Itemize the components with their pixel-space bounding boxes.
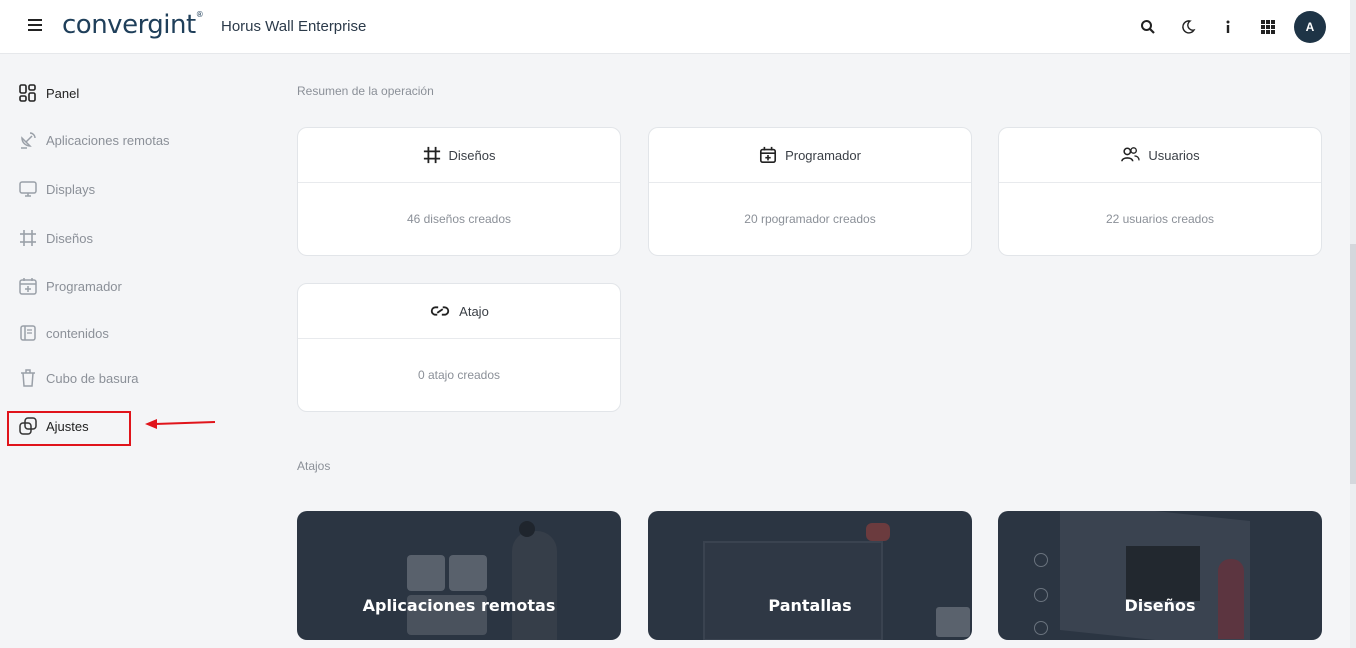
content-icon	[20, 325, 36, 341]
sidebar-item-label: Panel	[46, 85, 80, 101]
link-icon	[431, 306, 450, 316]
app-title: Horus Wall Enterprise	[221, 18, 367, 35]
card-title: Programador	[785, 147, 861, 163]
apps-grid-icon[interactable]	[1248, 11, 1288, 43]
red-arrow-icon	[145, 419, 216, 429]
shortcut-aplicaciones-remotas[interactable]: Aplicaciones remotas	[297, 511, 621, 640]
sidebar-item-label: Displays	[46, 181, 96, 197]
avatar[interactable]: A	[1294, 11, 1326, 43]
monitor-icon	[19, 181, 37, 197]
card-programador[interactable]: Programador 20 rpogramador creados	[648, 127, 972, 256]
moon-icon[interactable]	[1168, 11, 1208, 43]
sidebar: Panel Aplicaciones remotas Displays Dise…	[0, 55, 270, 648]
sidebar-item-label: Cubo de basura	[46, 370, 139, 386]
users-icon	[1121, 147, 1141, 162]
sidebar-item-label: Aplicaciones remotas	[46, 132, 170, 148]
top-bar: convergint® Horus Wall Enterprise A	[0, 0, 1350, 54]
hamburger-menu-icon[interactable]	[28, 19, 42, 35]
card-title: Usuarios	[1148, 147, 1200, 163]
satellite-icon	[21, 132, 36, 149]
sidebar-item-contenidos[interactable]: contenidos	[18, 323, 109, 343]
sidebar-item-label: contenidos	[46, 325, 109, 341]
crop-icon	[423, 146, 440, 164]
logo[interactable]: convergint®	[62, 10, 204, 40]
header-actions: A	[1128, 11, 1326, 43]
sidebar-item-label: Programador	[46, 278, 122, 294]
sidebar-item-cubo-de-basura[interactable]: Cubo de basura	[18, 368, 139, 388]
card-count: 22 usuarios creados	[1105, 212, 1215, 226]
card-title: Atajo	[459, 303, 489, 319]
shortcut-pantallas[interactable]: Pantallas	[648, 511, 972, 640]
card-count: 0 atajo creados	[417, 368, 501, 382]
highlight-box	[7, 411, 131, 446]
shortcut-label: Diseños	[1124, 596, 1196, 615]
sidebar-item-programador[interactable]: Programador	[18, 276, 122, 296]
card-count: 20 rpogramador creados	[744, 212, 876, 226]
card-usuarios[interactable]: Usuarios 22 usuarios creados	[998, 127, 1322, 256]
crop-icon	[20, 230, 36, 246]
sidebar-item-disenos[interactable]: Diseños	[18, 228, 93, 248]
calendar-plus-icon	[19, 278, 37, 295]
sidebar-item-label: Diseños	[46, 230, 93, 246]
search-icon[interactable]	[1128, 11, 1168, 43]
scrollbar-thumb[interactable]	[1350, 244, 1356, 484]
card-count: 46 diseños creados	[406, 212, 512, 226]
calendar-plus-icon	[760, 146, 777, 164]
info-icon[interactable]	[1208, 11, 1248, 43]
shortcut-label: Pantallas	[768, 596, 852, 615]
sidebar-item-displays[interactable]: Displays	[18, 179, 95, 199]
shortcuts-title: Atajos	[297, 459, 331, 473]
trash-icon	[21, 369, 35, 387]
dashboard-icon	[19, 84, 36, 102]
overview-title: Resumen de la operación	[297, 84, 434, 98]
card-title: Diseños	[448, 147, 496, 163]
shortcut-label: Aplicaciones remotas	[362, 596, 556, 615]
card-atajo[interactable]: Atajo 0 atajo creados	[297, 283, 621, 412]
sidebar-item-aplicaciones-remotas[interactable]: Aplicaciones remotas	[18, 130, 170, 150]
logo-text: convergint	[62, 10, 196, 40]
sidebar-item-panel[interactable]: Panel	[18, 83, 79, 103]
card-disenos[interactable]: Diseños 46 diseños creados	[297, 127, 621, 256]
shortcut-disenos[interactable]: Diseños	[998, 511, 1322, 640]
scrollbar[interactable]	[1350, 0, 1356, 648]
